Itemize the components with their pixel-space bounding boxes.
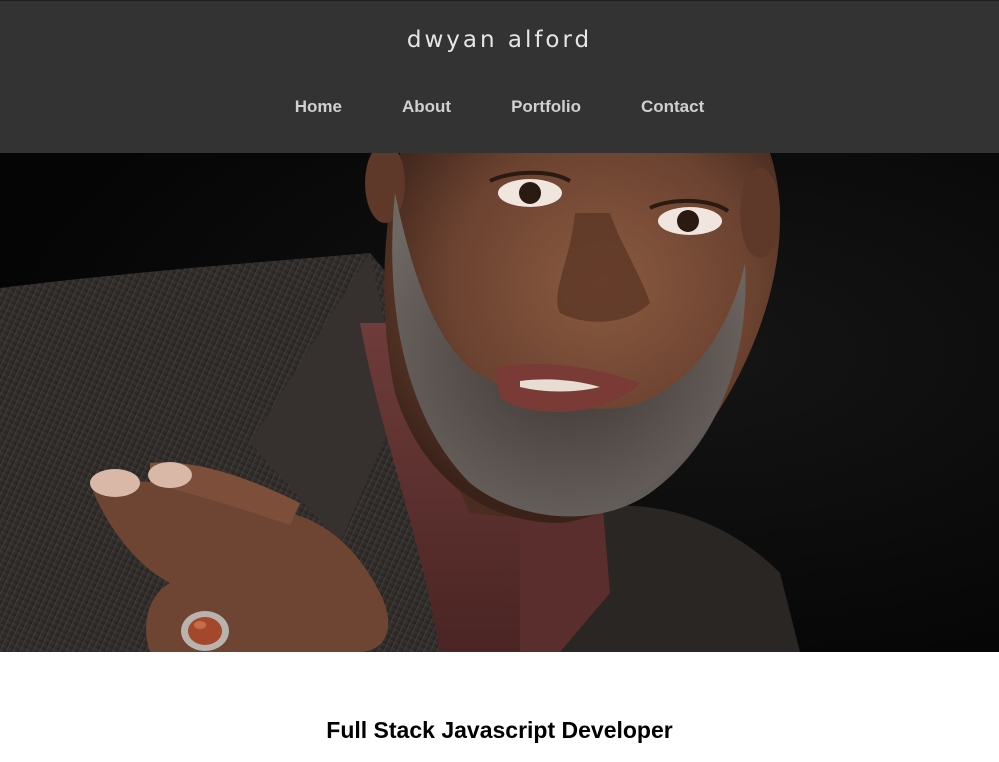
nav-portfolio-link[interactable]: Portfolio <box>481 95 611 119</box>
site-title: dwyan alford <box>406 27 593 53</box>
nav-home-link[interactable]: Home <box>265 95 372 119</box>
main-nav: Home About Portfolio Contact <box>0 95 999 119</box>
page-tagline: Full Stack Javascript Developer <box>326 717 673 743</box>
nav-about-link[interactable]: About <box>372 95 481 119</box>
site-header: dwyan alford Home About Portfolio Contac… <box>0 0 999 153</box>
portrait-photo <box>0 153 999 652</box>
hero-portrait-image <box>0 153 999 652</box>
nav-contact-link[interactable]: Contact <box>611 95 734 119</box>
